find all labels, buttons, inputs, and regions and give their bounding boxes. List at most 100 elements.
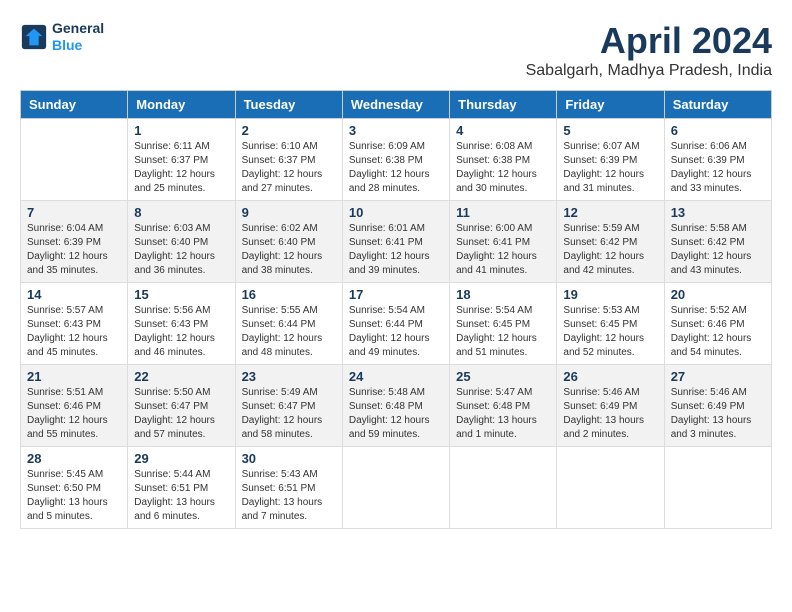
table-row: 22Sunrise: 5:50 AMSunset: 6:47 PMDayligh… xyxy=(128,365,235,447)
calendar-week-row: 7 Sunrise: 6:04 AMSunset: 6:39 PMDaylight… xyxy=(21,201,772,283)
day-number: 26 xyxy=(563,369,657,384)
table-row: 16 Sunrise: 5:55 AMSunset: 6:44 PMDayligh… xyxy=(235,283,342,365)
col-tuesday: Tuesday xyxy=(235,91,342,119)
day-info: Sunrise: 6:11 AMSunset: 6:37 PMDaylight:… xyxy=(134,140,228,196)
logo-text-line1: General xyxy=(52,20,104,37)
day-info: Sunrise: 5:47 AMSunset: 6:48 PMDaylight:… xyxy=(456,386,550,442)
day-info: Sunrise: 5:52 AMSunset: 6:46 PMDaylight:… xyxy=(671,304,765,360)
table-row: 27 Sunrise: 5:46 AMSunset: 6:49 PMDayligh… xyxy=(664,365,771,447)
day-info: Sunrise: 6:04 AMSunset: 6:39 PMDaylight:… xyxy=(27,222,121,278)
day-number: 12 xyxy=(563,205,657,220)
day-info: Sunrise: 6:00 AMSunset: 6:41 PMDaylight:… xyxy=(456,222,550,278)
day-number: 7 xyxy=(27,205,121,220)
day-number: 4 xyxy=(456,123,550,138)
day-info: Sunrise: 5:51 AMSunset: 6:46 PMDaylight:… xyxy=(27,386,121,442)
calendar-week-row: 14Sunrise: 5:57 AMSunset: 6:43 PMDayligh… xyxy=(21,283,772,365)
calendar-week-row: 28 Sunrise: 5:45 AMSunset: 6:50 PMDayligh… xyxy=(21,447,772,529)
table-row: 25 Sunrise: 5:47 AMSunset: 6:48 PMDayligh… xyxy=(450,365,557,447)
table-row: 19 Sunrise: 5:53 AMSunset: 6:45 PMDayligh… xyxy=(557,283,664,365)
table-row: 24Sunrise: 5:48 AMSunset: 6:48 PMDayligh… xyxy=(342,365,449,447)
day-number: 27 xyxy=(671,369,765,384)
table-row: 5 Sunrise: 6:07 AMSunset: 6:39 PMDaylight… xyxy=(557,119,664,201)
day-number: 5 xyxy=(563,123,657,138)
day-number: 15 xyxy=(134,287,228,302)
table-row: 15 Sunrise: 5:56 AMSunset: 6:43 PMDayligh… xyxy=(128,283,235,365)
day-info: Sunrise: 5:55 AMSunset: 6:44 PMDaylight:… xyxy=(242,304,336,360)
table-row: 7 Sunrise: 6:04 AMSunset: 6:39 PMDaylight… xyxy=(21,201,128,283)
day-info: Sunrise: 5:48 AMSunset: 6:48 PMDaylight:… xyxy=(349,386,443,442)
table-row: 6 Sunrise: 6:06 AMSunset: 6:39 PMDaylight… xyxy=(664,119,771,201)
title-section: April 2024 Sabalgarh, Madhya Pradesh, In… xyxy=(526,20,772,80)
day-number: 18 xyxy=(456,287,550,302)
table-row: 30 Sunrise: 5:43 AMSunset: 6:51 PMDayligh… xyxy=(235,447,342,529)
col-sunday: Sunday xyxy=(21,91,128,119)
table-row: 8Sunrise: 6:03 AMSunset: 6:40 PMDaylight… xyxy=(128,201,235,283)
table-row xyxy=(342,447,449,529)
col-monday: Monday xyxy=(128,91,235,119)
day-number: 13 xyxy=(671,205,765,220)
day-number: 11 xyxy=(456,205,550,220)
day-number: 16 xyxy=(242,287,336,302)
day-info: Sunrise: 6:06 AMSunset: 6:39 PMDaylight:… xyxy=(671,140,765,196)
logo: General Blue xyxy=(20,20,104,54)
day-number: 29 xyxy=(134,451,228,466)
table-row: 11 Sunrise: 6:00 AMSunset: 6:41 PMDayligh… xyxy=(450,201,557,283)
day-info: Sunrise: 5:54 AMSunset: 6:44 PMDaylight:… xyxy=(349,304,443,360)
table-row: 18 Sunrise: 5:54 AMSunset: 6:45 PMDayligh… xyxy=(450,283,557,365)
day-number: 20 xyxy=(671,287,765,302)
day-info: Sunrise: 6:03 AMSunset: 6:40 PMDaylight:… xyxy=(134,222,228,278)
day-number: 1 xyxy=(134,123,228,138)
calendar-title: April 2024 xyxy=(526,20,772,62)
day-info: Sunrise: 5:45 AMSunset: 6:50 PMDaylight:… xyxy=(27,468,121,524)
day-info: Sunrise: 5:49 AMSunset: 6:47 PMDaylight:… xyxy=(242,386,336,442)
table-row xyxy=(450,447,557,529)
day-info: Sunrise: 6:07 AMSunset: 6:39 PMDaylight:… xyxy=(563,140,657,196)
table-row: 3Sunrise: 6:09 AMSunset: 6:38 PMDaylight… xyxy=(342,119,449,201)
table-row: 20 Sunrise: 5:52 AMSunset: 6:46 PMDayligh… xyxy=(664,283,771,365)
day-number: 10 xyxy=(349,205,443,220)
day-info: Sunrise: 5:53 AMSunset: 6:45 PMDaylight:… xyxy=(563,304,657,360)
table-row: 26Sunrise: 5:46 AMSunset: 6:49 PMDayligh… xyxy=(557,365,664,447)
table-row: 4Sunrise: 6:08 AMSunset: 6:38 PMDaylight… xyxy=(450,119,557,201)
table-row: 29 Sunrise: 5:44 AMSunset: 6:51 PMDayligh… xyxy=(128,447,235,529)
day-number: 23 xyxy=(242,369,336,384)
day-number: 25 xyxy=(456,369,550,384)
day-info: Sunrise: 5:56 AMSunset: 6:43 PMDaylight:… xyxy=(134,304,228,360)
day-info: Sunrise: 5:46 AMSunset: 6:49 PMDaylight:… xyxy=(671,386,765,442)
day-info: Sunrise: 5:58 AMSunset: 6:42 PMDaylight:… xyxy=(671,222,765,278)
col-wednesday: Wednesday xyxy=(342,91,449,119)
table-row: 2 Sunrise: 6:10 AMSunset: 6:37 PMDaylight… xyxy=(235,119,342,201)
calendar-header-row: Sunday Monday Tuesday Wednesday Thursday… xyxy=(21,91,772,119)
day-info: Sunrise: 5:50 AMSunset: 6:47 PMDaylight:… xyxy=(134,386,228,442)
page-header: General Blue April 2024 Sabalgarh, Madhy… xyxy=(20,20,772,80)
col-friday: Friday xyxy=(557,91,664,119)
day-info: Sunrise: 5:44 AMSunset: 6:51 PMDaylight:… xyxy=(134,468,228,524)
calendar-week-row: 21 Sunrise: 5:51 AMSunset: 6:46 PMDayligh… xyxy=(21,365,772,447)
calendar-subtitle: Sabalgarh, Madhya Pradesh, India xyxy=(526,62,772,80)
calendar-table: Sunday Monday Tuesday Wednesday Thursday… xyxy=(20,90,772,529)
table-row xyxy=(664,447,771,529)
day-info: Sunrise: 5:43 AMSunset: 6:51 PMDaylight:… xyxy=(242,468,336,524)
table-row: 1 Sunrise: 6:11 AMSunset: 6:37 PMDaylight… xyxy=(128,119,235,201)
table-row: 23 Sunrise: 5:49 AMSunset: 6:47 PMDayligh… xyxy=(235,365,342,447)
day-number: 6 xyxy=(671,123,765,138)
day-number: 28 xyxy=(27,451,121,466)
col-thursday: Thursday xyxy=(450,91,557,119)
day-number: 21 xyxy=(27,369,121,384)
day-info: Sunrise: 5:54 AMSunset: 6:45 PMDaylight:… xyxy=(456,304,550,360)
day-number: 2 xyxy=(242,123,336,138)
day-info: Sunrise: 5:57 AMSunset: 6:43 PMDaylight:… xyxy=(27,304,121,360)
day-info: Sunrise: 5:59 AMSunset: 6:42 PMDaylight:… xyxy=(563,222,657,278)
day-number: 30 xyxy=(242,451,336,466)
table-row: 12 Sunrise: 5:59 AMSunset: 6:42 PMDayligh… xyxy=(557,201,664,283)
day-number: 19 xyxy=(563,287,657,302)
table-row xyxy=(21,119,128,201)
day-info: Sunrise: 6:10 AMSunset: 6:37 PMDaylight:… xyxy=(242,140,336,196)
day-number: 3 xyxy=(349,123,443,138)
day-info: Sunrise: 6:02 AMSunset: 6:40 PMDaylight:… xyxy=(242,222,336,278)
logo-icon xyxy=(20,23,48,51)
day-number: 9 xyxy=(242,205,336,220)
table-row: 9 Sunrise: 6:02 AMSunset: 6:40 PMDaylight… xyxy=(235,201,342,283)
table-row: 14Sunrise: 5:57 AMSunset: 6:43 PMDayligh… xyxy=(21,283,128,365)
calendar-week-row: 1 Sunrise: 6:11 AMSunset: 6:37 PMDaylight… xyxy=(21,119,772,201)
